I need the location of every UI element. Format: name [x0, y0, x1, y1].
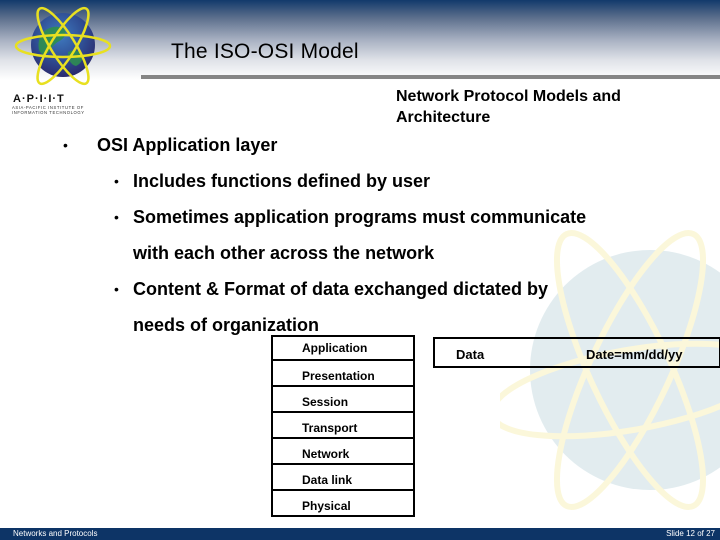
bullet-icon: • [114, 281, 119, 297]
slide-title: The ISO-OSI Model [171, 40, 359, 63]
footer-course-name: Networks and Protocols [13, 529, 98, 538]
osi-layer-stack: Application Presentation Session Transpo… [271, 335, 415, 517]
subtitle-line1: Network Protocol Models and [396, 88, 621, 105]
footer-bar: Networks and Protocols Slide 12 of 27 [0, 528, 720, 540]
osi-layer-presentation: Presentation [273, 359, 413, 385]
bullet-item-3: Content & Format of data exchanged dicta… [133, 279, 549, 299]
subtitle-line2: Architecture [396, 109, 491, 126]
bullet-icon: • [114, 173, 119, 189]
slide-subtitle: Network Protocol Models and Architecture [396, 86, 696, 128]
logo-tagline: Asia-Pacific Institute of Information Te… [12, 105, 112, 115]
bullet-item-2-cont: with each other across the network [133, 243, 435, 263]
logo-tagline-line2: Information Technology [12, 110, 85, 115]
bullet-icon: • [114, 209, 119, 225]
data-value: Date=mm/dd/yy [586, 347, 683, 362]
data-format-box: Data Date=mm/dd/yy [433, 337, 720, 368]
title-underline [141, 75, 720, 79]
osi-layer-data-link: Data link [273, 463, 413, 489]
bullet-icon: • [63, 137, 68, 153]
osi-layer-physical: Physical [273, 489, 413, 515]
osi-layer-network: Network [273, 437, 413, 463]
logo-wordmark: A·P·I·I·T [13, 93, 65, 105]
osi-layer-session: Session [273, 385, 413, 411]
bullet-item-1: Includes functions defined by user [133, 171, 431, 191]
bullet-item-2: Sometimes application programs must comm… [133, 207, 587, 227]
osi-layer-transport: Transport [273, 411, 413, 437]
slide-number: Slide 12 of 27 [666, 529, 715, 538]
osi-layer-application: Application [302, 341, 368, 355]
watermark-globe-icon [500, 230, 720, 510]
data-label: Data [456, 347, 485, 362]
bullet-heading: OSI Application layer [97, 135, 278, 155]
